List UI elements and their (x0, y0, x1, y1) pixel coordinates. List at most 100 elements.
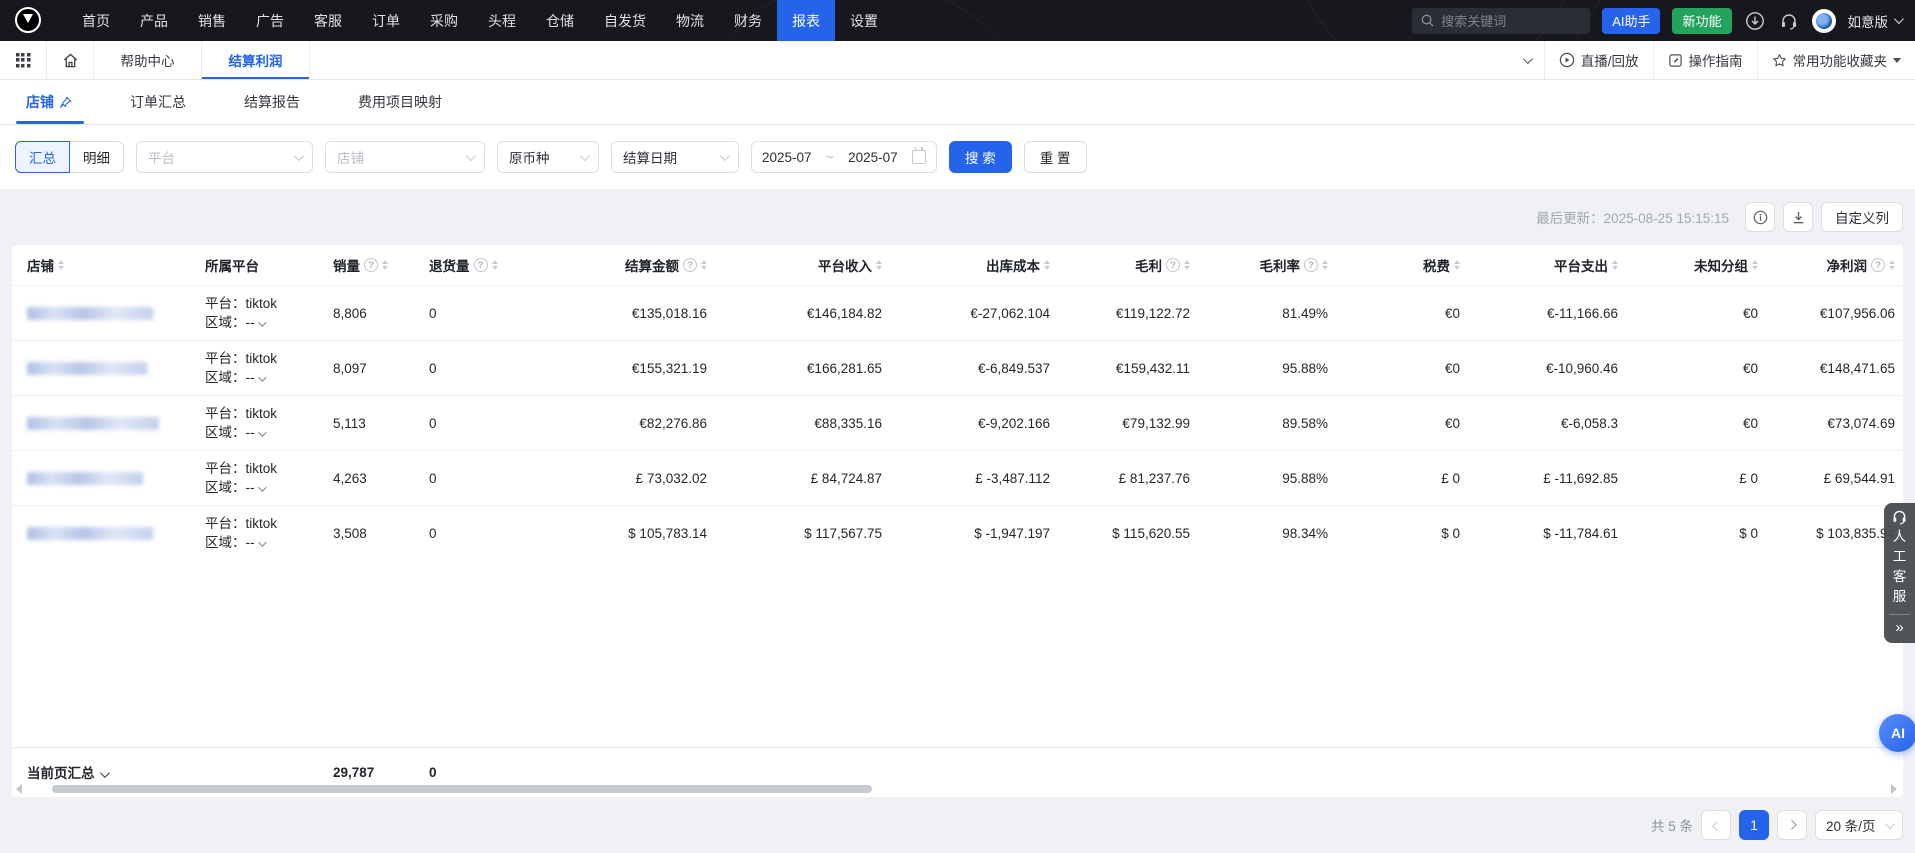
column-header-4[interactable]: 退货量 (421, 245, 537, 286)
scroll-left-arrow[interactable] (16, 784, 22, 794)
horizontal-scrollbar[interactable] (52, 785, 872, 793)
sort-icon[interactable] (1454, 260, 1460, 270)
subtab-1[interactable]: 店铺 (26, 80, 72, 124)
region-expand-icon[interactable] (258, 483, 266, 491)
download-circle-icon[interactable] (1744, 10, 1766, 32)
help-icon[interactable] (1166, 258, 1180, 272)
headset-icon[interactable] (1778, 10, 1800, 32)
customize-columns-button[interactable]: 自定义列 (1821, 202, 1903, 232)
store-cell (12, 451, 197, 506)
search-button[interactable]: 搜 索 (949, 141, 1012, 173)
tab-help-center[interactable]: 帮助中心 (94, 41, 202, 79)
app-logo[interactable] (15, 7, 41, 33)
info-button[interactable] (1745, 202, 1775, 232)
table-header-row: 店铺所属平台销量退货量结算金额平台收入出库成本毛利毛利率税费平台支出未知分组净利… (12, 245, 1903, 286)
sort-icon[interactable] (1612, 260, 1618, 270)
column-header-8[interactable]: 毛利 (1058, 245, 1198, 286)
nav-item-12[interactable]: 财务 (719, 0, 777, 41)
new-feature-button[interactable]: 新功能 (1672, 8, 1731, 34)
column-header-6[interactable]: 平台收入 (715, 245, 890, 286)
sort-icon[interactable] (1184, 260, 1190, 270)
nav-item-10[interactable]: 自发货 (589, 0, 661, 41)
nav-item-9[interactable]: 仓储 (531, 0, 589, 41)
apps-grid-button[interactable] (0, 41, 47, 79)
column-header-12[interactable]: 未知分组 (1626, 245, 1766, 286)
global-search[interactable]: 搜索关键词 (1412, 8, 1590, 34)
column-header-1[interactable]: 店铺 (12, 245, 197, 286)
region-expand-icon[interactable] (258, 318, 266, 326)
column-header-3[interactable]: 销量 (325, 245, 421, 286)
shop-select[interactable]: 店铺 (325, 141, 485, 173)
column-header-9[interactable]: 毛利率 (1198, 245, 1336, 286)
collapse-panel-button[interactable]: » (1884, 619, 1915, 637)
home-tab[interactable] (47, 41, 94, 79)
store-name-redacted (27, 472, 143, 485)
page-number-button[interactable]: 1 (1739, 810, 1769, 840)
sort-icon[interactable] (701, 260, 707, 270)
reset-button[interactable]: 重 置 (1024, 141, 1087, 173)
region-expand-icon[interactable] (258, 428, 266, 436)
edition-switcher[interactable]: 如意版 (1848, 11, 1902, 31)
column-header-5[interactable]: 结算金额 (537, 245, 715, 286)
nav-item-4[interactable]: 广告 (241, 0, 299, 41)
help-icon[interactable] (1871, 258, 1885, 272)
currency-select[interactable]: 原币种 (497, 141, 599, 173)
tab-settlement-profit[interactable]: 结算利润 (202, 41, 310, 79)
sort-icon[interactable] (1889, 260, 1895, 270)
table-row[interactable]: 平台：tiktok 区域：-- 5,1130€82,276.86€88,335.… (12, 396, 1903, 451)
nav-item-11[interactable]: 物流 (661, 0, 719, 41)
column-header-11[interactable]: 平台支出 (1468, 245, 1626, 286)
column-header-13[interactable]: 净利润 (1766, 245, 1903, 286)
ai-fab-button[interactable]: AI (1879, 714, 1915, 752)
table-row[interactable]: 平台：tiktok 区域：-- 8,0970€155,321.19€166,28… (12, 341, 1903, 396)
sort-icon[interactable] (876, 260, 882, 270)
nav-item-2[interactable]: 产品 (125, 0, 183, 41)
help-icon[interactable] (683, 258, 697, 272)
nav-item-8[interactable]: 头程 (473, 0, 531, 41)
sort-icon[interactable] (1752, 260, 1758, 270)
sort-icon[interactable] (58, 260, 64, 270)
nav-item-5[interactable]: 客服 (299, 0, 357, 41)
sort-icon[interactable] (1044, 260, 1050, 270)
nav-item-7[interactable]: 采购 (415, 0, 473, 41)
live-replay-button[interactable]: 直播/回放 (1544, 41, 1653, 79)
nav-item-6[interactable]: 订单 (357, 0, 415, 41)
next-page-button[interactable] (1777, 810, 1807, 840)
page-size-select[interactable]: 20 条/页 (1815, 810, 1903, 840)
column-header-10[interactable]: 税费 (1336, 245, 1468, 286)
tabs-collapse-button[interactable] (1509, 41, 1544, 79)
user-avatar[interactable] (1812, 9, 1836, 33)
subtab-2[interactable]: 订单汇总 (130, 80, 186, 124)
subtab-4[interactable]: 费用项目映射 (358, 80, 442, 124)
region-expand-icon[interactable] (258, 538, 266, 546)
date-type-select[interactable]: 结算日期 (611, 141, 739, 173)
customer-service-panel[interactable]: 人工客服 » (1884, 503, 1915, 643)
help-icon[interactable] (474, 258, 488, 272)
report-table-card: 店铺所属平台销量退货量结算金额平台收入出库成本毛利毛利率税费平台支出未知分组净利… (12, 245, 1903, 797)
table-row[interactable]: 平台：tiktok 区域：-- 8,8060€135,018.16€146,18… (12, 286, 1903, 341)
nav-item-13[interactable]: 报表 (777, 0, 835, 41)
subtab-3[interactable]: 结算报告 (244, 80, 300, 124)
detail-toggle-button[interactable]: 明细 (69, 141, 124, 173)
export-button[interactable] (1783, 202, 1813, 232)
help-icon[interactable] (1304, 258, 1318, 272)
scroll-right-arrow[interactable] (1891, 784, 1897, 794)
column-header-7[interactable]: 出库成本 (890, 245, 1058, 286)
nav-item-14[interactable]: 设置 (835, 0, 893, 41)
nav-item-3[interactable]: 销售 (183, 0, 241, 41)
nav-item-1[interactable]: 首页 (67, 0, 125, 41)
table-row[interactable]: 平台：tiktok 区域：-- 3,5080$ 105,783.14$ 117,… (12, 506, 1903, 561)
table-row[interactable]: 平台：tiktok 区域：-- 4,2630£ 73,032.02£ 84,72… (12, 451, 1903, 506)
sort-icon[interactable] (1322, 260, 1328, 270)
summary-toggle-button[interactable]: 汇总 (15, 141, 70, 173)
sort-icon[interactable] (492, 260, 498, 270)
sort-icon[interactable] (382, 260, 388, 270)
region-expand-icon[interactable] (258, 373, 266, 381)
favorites-button[interactable]: 常用功能收藏夹 (1757, 41, 1915, 79)
ai-assistant-button[interactable]: AI助手 (1602, 8, 1660, 34)
help-icon[interactable] (364, 258, 378, 272)
prev-page-button[interactable] (1701, 810, 1731, 840)
date-range-picker[interactable]: 2025-07 ~ 2025-07 (751, 141, 937, 173)
platform-select[interactable]: 平台 (136, 141, 313, 173)
guide-button[interactable]: 操作指南 (1653, 41, 1757, 79)
